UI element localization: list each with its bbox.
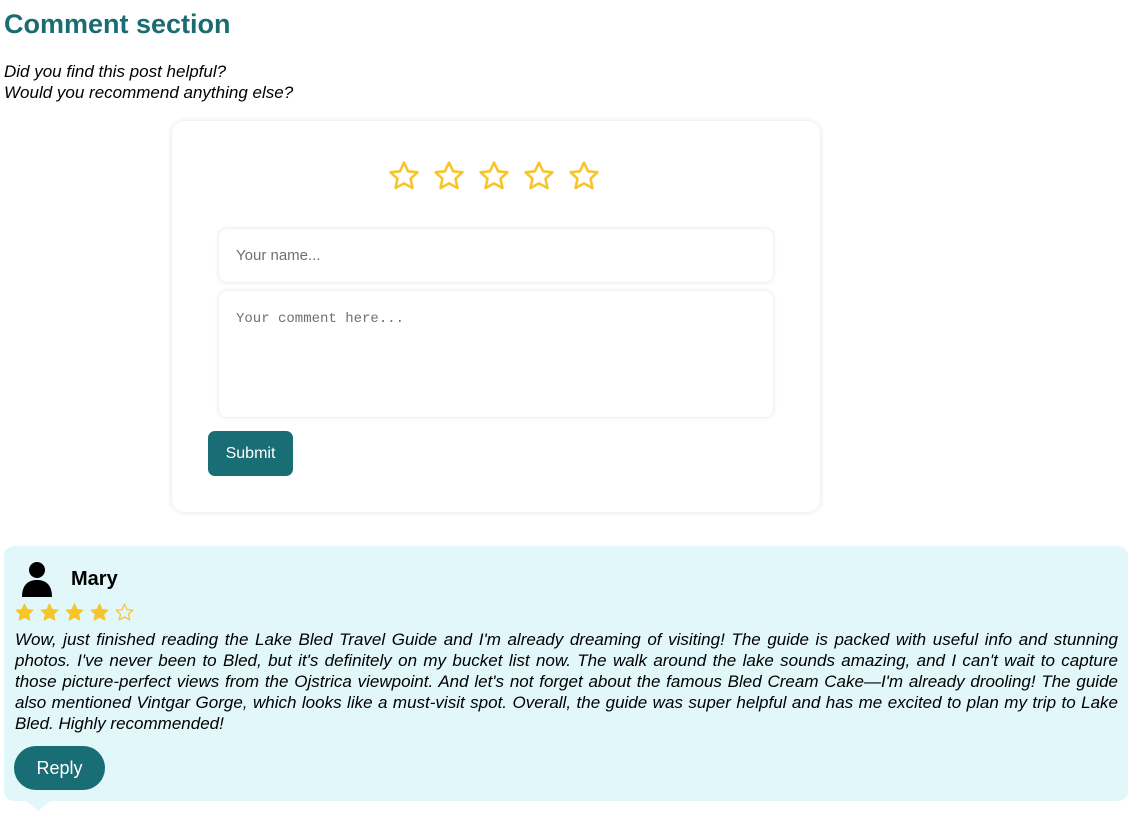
star-filled-icon <box>15 603 34 621</box>
star-rating-input[interactable] <box>387 156 612 196</box>
name-input[interactable] <box>219 229 773 282</box>
rating-star-5[interactable] <box>567 156 612 196</box>
user-icon <box>22 562 52 597</box>
comment-card: Mary Wow, just finished reading the Lake… <box>4 546 1128 811</box>
star-outline-icon <box>569 161 599 190</box>
rating-star-3[interactable] <box>477 156 522 196</box>
comment-form: Submit <box>172 121 820 512</box>
comment-text: Wow, just finished reading the Lake Bled… <box>15 630 1118 733</box>
page-title: Comment section <box>4 9 231 39</box>
prompt-line-1: Did you find this post helpful? <box>4 62 227 81</box>
rating-star-4[interactable] <box>522 156 567 196</box>
star-outline-icon <box>434 161 464 190</box>
comment-bubble-tail <box>26 801 50 811</box>
comment-star-1 <box>14 601 39 623</box>
star-filled-icon <box>65 603 84 621</box>
star-filled-icon <box>40 603 59 621</box>
comment-star-3 <box>64 601 89 623</box>
comment-prompt: Did you find this post helpful? Would yo… <box>4 61 293 103</box>
comment-star-5 <box>114 601 139 623</box>
prompt-line-2: Would you recommend anything else? <box>4 83 294 102</box>
comment-star-2 <box>39 601 64 623</box>
star-filled-icon <box>90 603 109 621</box>
star-outline-icon <box>389 161 419 190</box>
comment-textarea[interactable] <box>219 291 773 417</box>
reply-button[interactable]: Reply <box>14 746 105 790</box>
rating-star-2[interactable] <box>432 156 477 196</box>
star-outline-icon <box>479 161 509 190</box>
rating-star-1[interactable] <box>387 156 432 196</box>
comment-rating <box>14 601 139 623</box>
star-outline-icon <box>524 161 554 190</box>
star-outline-icon <box>115 603 134 621</box>
page: Comment section Did you find this post h… <box>0 0 1144 816</box>
submit-button[interactable]: Submit <box>208 431 293 476</box>
comment-author: Mary <box>71 568 118 590</box>
comment-star-4 <box>89 601 114 623</box>
